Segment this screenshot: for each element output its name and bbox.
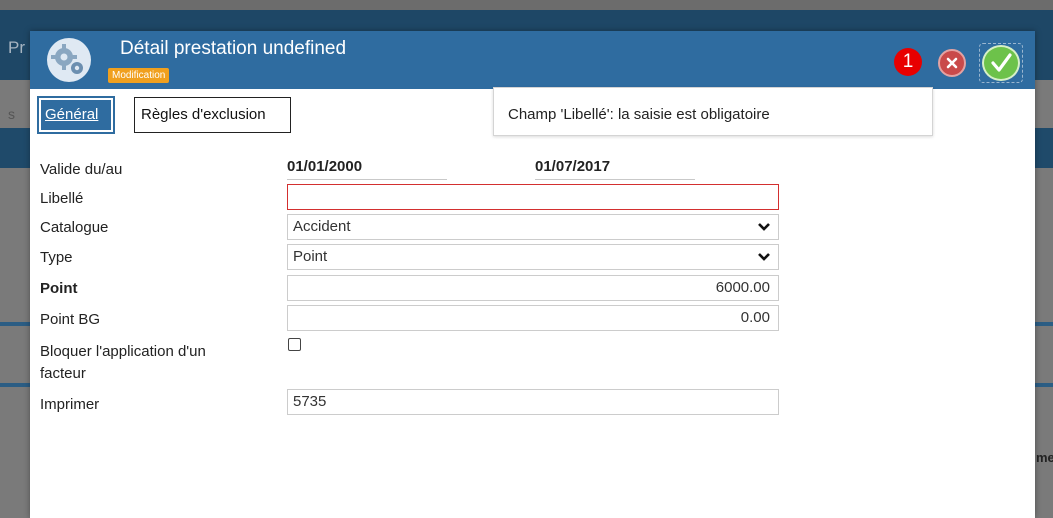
validity-label: Valide du/au [40,161,123,178]
type-select[interactable]: Point [287,244,779,270]
close-icon [946,57,958,69]
modal-title: Détail prestation undefined [120,38,347,59]
block-factor-checkbox[interactable] [288,338,301,351]
libelle-label: Libellé [40,190,84,207]
catalogue-select[interactable]: Accident [287,214,779,240]
point-input[interactable]: 6000.00 [287,275,779,301]
error-count-badge[interactable]: 1 [894,48,922,76]
tab-general[interactable]: Général [37,96,115,134]
tab-exclusion-rules[interactable]: Règles d'exclusion [134,97,291,133]
valid-to-date[interactable]: 01/07/2017 [535,158,695,180]
gears-icon [44,35,96,85]
catalogue-value: Accident [293,218,351,235]
background-top-strip [0,0,1053,10]
detail-modal: Détail prestation undefined Modification… [30,31,1035,518]
confirm-button[interactable] [979,43,1023,83]
point-label: Point [40,280,78,297]
point-bg-input[interactable]: 0.00 [287,305,779,331]
libelle-input[interactable] [287,184,779,210]
block-factor-label-line2: facteur [40,365,86,382]
valid-from-date[interactable]: 01/01/2000 [287,158,447,180]
chevron-down-icon [758,253,770,261]
validation-message: Champ 'Libellé': la saisie est obligatoi… [493,87,933,136]
modal-header: Détail prestation undefined Modification… [30,31,1035,89]
background-column-text: me [1036,450,1053,465]
chevron-down-icon [758,223,770,231]
type-label: Type [40,249,73,266]
block-factor-label: Bloquer l'application d'un [40,343,206,360]
print-label: Imprimer [40,396,100,413]
background-tab-text: s [8,106,15,122]
mode-badge: Modification [108,68,170,83]
background-header-text: Pr [8,38,25,57]
catalogue-label: Catalogue [40,219,109,236]
print-input[interactable]: 5735 [287,389,779,415]
cancel-button[interactable] [938,49,966,77]
check-icon [982,45,1020,81]
point-bg-label: Point BG [40,311,101,328]
type-value: Point [293,248,328,265]
